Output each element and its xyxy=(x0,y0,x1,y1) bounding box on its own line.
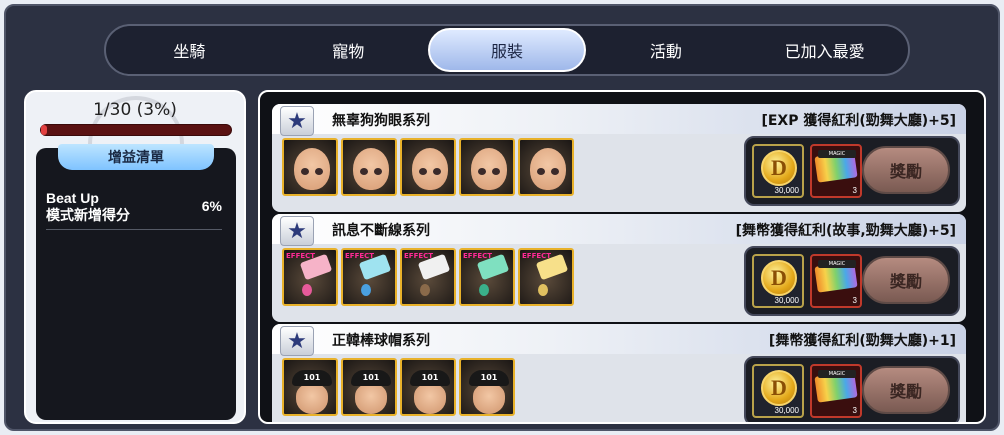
bonus-value: 6% xyxy=(201,198,222,214)
tab-event[interactable]: 活動 xyxy=(586,28,745,72)
coin-reward[interactable]: D 30,000 xyxy=(752,144,804,198)
bonus-label-line1: Beat Up xyxy=(46,190,99,206)
reward-box: D 30,000 MAGIC 3 獎勵 xyxy=(744,136,960,206)
charm-icon xyxy=(302,284,312,296)
progress-text: 1/30 (3%) xyxy=(93,100,177,120)
face-icon xyxy=(530,148,566,190)
tab-favorites[interactable]: 已加入最愛 xyxy=(745,28,904,72)
star-icon[interactable]: ★ xyxy=(280,106,314,136)
ticket-reward[interactable]: MAGIC 3 xyxy=(810,144,862,198)
costume-item[interactable] xyxy=(341,138,397,196)
item-row xyxy=(282,138,574,198)
collection-card: ★ 正韓棒球帽系列 [舞幣獲得紅利(勁舞大廳)+1] 101 101 101 1… xyxy=(272,324,966,422)
reward-box: D 30,000 MAGIC 3 獎勵 xyxy=(744,246,960,316)
card-header: ★ 訊息不斷線系列 [舞幣獲得紅利(故事,勁舞大廳)+5] xyxy=(272,214,966,246)
collection-progress-panel: 1/30 (3%) 增益清單 Beat Up 模式新增得分 6% xyxy=(24,90,246,424)
bonus-list-header: 增益清單 xyxy=(58,144,214,170)
card-title: 無辜狗狗眼系列 xyxy=(332,113,430,129)
progress-fill xyxy=(41,125,48,135)
coin-icon: D xyxy=(761,260,797,296)
face-icon xyxy=(412,148,448,190)
card-title: 正韓棒球帽系列 xyxy=(332,333,430,349)
face-icon xyxy=(355,384,387,414)
coin-icon: D xyxy=(761,370,797,406)
charm-icon xyxy=(361,284,371,296)
bonus-row: Beat Up 模式新增得分 6% xyxy=(46,190,222,230)
card-reward-text: [舞幣獲得紅利(故事,勁舞大廳)+5] xyxy=(735,223,956,239)
ticket-label: MAGIC xyxy=(818,370,856,378)
cap-icon: 101 xyxy=(292,370,332,386)
coin-reward[interactable]: D 30,000 xyxy=(752,254,804,308)
costume-item[interactable]: 101 xyxy=(282,358,338,416)
face-icon xyxy=(471,148,507,190)
claim-reward-button[interactable]: 獎勵 xyxy=(862,366,950,414)
costume-item[interactable] xyxy=(459,138,515,196)
cap-icon: 101 xyxy=(469,370,509,386)
cap-icon: 101 xyxy=(351,370,391,386)
coin-reward[interactable]: D 30,000 xyxy=(752,364,804,418)
charm-icon xyxy=(538,284,548,296)
coin-qty: 30,000 xyxy=(774,296,799,305)
item-row: 101 101 101 101 xyxy=(282,358,515,418)
face-icon xyxy=(414,384,446,414)
charm-icon xyxy=(420,284,430,296)
costume-item[interactable]: EFFECT xyxy=(282,248,338,306)
star-icon[interactable]: ★ xyxy=(280,216,314,246)
ticket-label: MAGIC xyxy=(818,260,856,268)
ticket-reward[interactable]: MAGIC 3 xyxy=(810,254,862,308)
tab-costume[interactable]: 服裝 xyxy=(427,28,587,72)
costume-item[interactable] xyxy=(400,138,456,196)
claim-reward-button[interactable]: 獎勵 xyxy=(862,146,950,194)
bonus-list: 增益清單 Beat Up 模式新增得分 6% xyxy=(36,144,236,420)
face-icon xyxy=(353,148,389,190)
face-icon xyxy=(294,148,330,190)
ticket-qty: 3 xyxy=(852,406,857,415)
costume-item[interactable]: EFFECT xyxy=(518,248,574,306)
card-title: 訊息不斷線系列 xyxy=(332,223,430,239)
costume-item[interactable]: EFFECT xyxy=(459,248,515,306)
progress-bar xyxy=(40,124,232,136)
costume-item[interactable]: 101 xyxy=(341,358,397,416)
coin-qty: 30,000 xyxy=(774,186,799,195)
tab-pet[interactable]: 寵物 xyxy=(269,28,428,72)
card-header: ★ 無辜狗狗眼系列 [EXP 獲得紅利(勁舞大廳)+5] xyxy=(272,104,966,136)
reward-box: D 30,000 MAGIC 3 獎勵 xyxy=(744,356,960,422)
ticket-qty: 3 xyxy=(852,186,857,195)
category-tabs: 坐騎 寵物 服裝 活動 已加入最愛 xyxy=(104,24,910,76)
costume-item[interactable] xyxy=(282,138,338,196)
card-reward-text: [舞幣獲得紅利(勁舞大廳)+1] xyxy=(768,333,956,349)
cap-icon: 101 xyxy=(410,370,450,386)
charm-icon xyxy=(479,284,489,296)
card-reward-text: [EXP 獲得紅利(勁舞大廳)+5] xyxy=(761,113,956,129)
claim-reward-button[interactable]: 獎勵 xyxy=(862,256,950,304)
ticket-qty: 3 xyxy=(852,296,857,305)
face-icon xyxy=(473,384,505,414)
tab-mount[interactable]: 坐騎 xyxy=(110,28,269,72)
face-icon xyxy=(296,384,328,414)
costume-item[interactable]: EFFECT xyxy=(341,248,397,306)
costume-item[interactable] xyxy=(518,138,574,196)
costume-item[interactable]: 101 xyxy=(400,358,456,416)
costume-item[interactable]: 101 xyxy=(459,358,515,416)
coin-icon: D xyxy=(761,150,797,186)
star-icon[interactable]: ★ xyxy=(280,326,314,356)
collection-list[interactable]: ★ 無辜狗狗眼系列 [EXP 獲得紅利(勁舞大廳)+5] D 30,000 MA… xyxy=(258,90,986,424)
costume-item[interactable]: EFFECT xyxy=(400,248,456,306)
ticket-reward[interactable]: MAGIC 3 xyxy=(810,364,862,418)
ticket-label: MAGIC xyxy=(818,150,856,158)
bonus-label-line2: 模式新增得分 xyxy=(46,207,130,223)
collection-window: 坐騎 寵物 服裝 活動 已加入最愛 1/30 (3%) 增益清單 Beat Up… xyxy=(4,4,1000,431)
collection-card: ★ 訊息不斷線系列 [舞幣獲得紅利(故事,勁舞大廳)+5] EFFECT EFF… xyxy=(272,214,966,322)
coin-qty: 30,000 xyxy=(774,406,799,415)
card-header: ★ 正韓棒球帽系列 [舞幣獲得紅利(勁舞大廳)+1] xyxy=(272,324,966,356)
bonus-label: Beat Up 模式新增得分 xyxy=(46,190,130,224)
collection-card: ★ 無辜狗狗眼系列 [EXP 獲得紅利(勁舞大廳)+5] D 30,000 MA… xyxy=(272,104,966,212)
item-row: EFFECT EFFECT EFFECT EFFECT EFFECT xyxy=(282,248,574,308)
